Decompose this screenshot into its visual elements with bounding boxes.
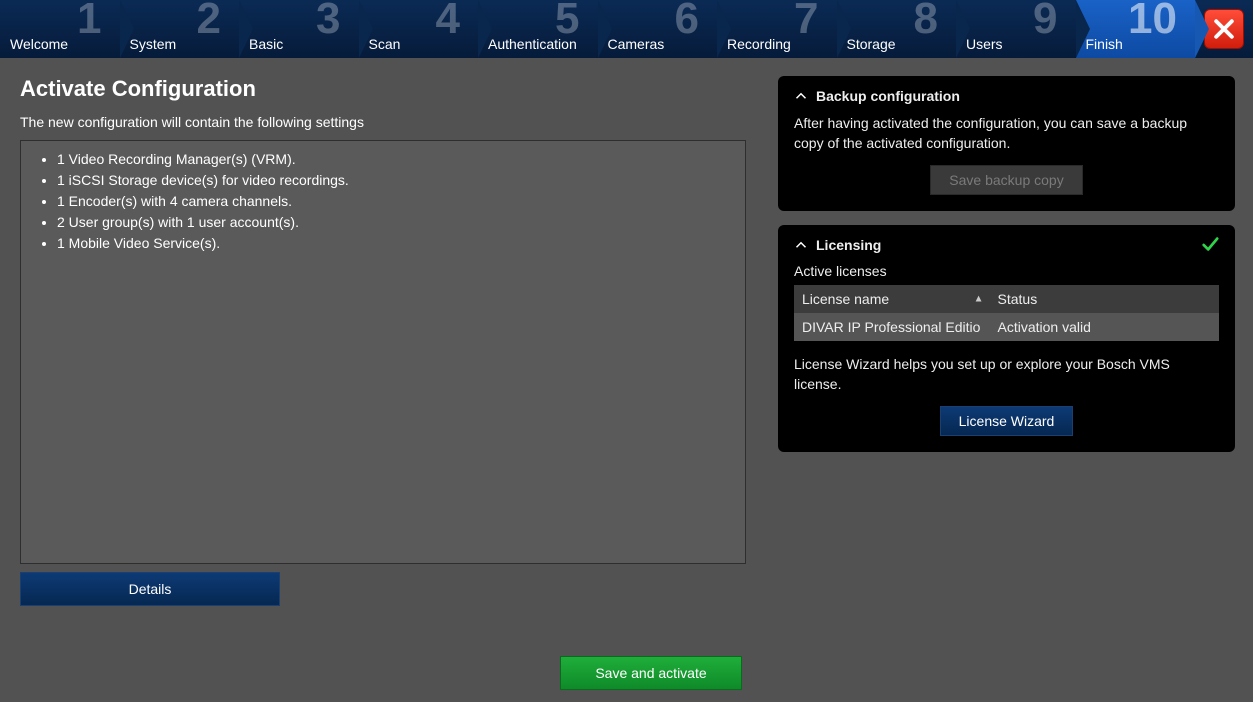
license-status-cell: Activation valid (990, 313, 1220, 341)
step-label: Authentication (488, 36, 577, 52)
step-number: 6 (675, 0, 699, 44)
chevron-up-icon (794, 89, 808, 103)
page-title: Activate Configuration (20, 76, 746, 102)
step-label: Cameras (608, 36, 665, 52)
license-col-status[interactable]: Status (990, 285, 1220, 313)
check-icon (1201, 235, 1219, 256)
step-system[interactable]: 2 System (120, 0, 240, 58)
table-row[interactable]: DIVAR IP Professional EditioActivation v… (794, 313, 1219, 341)
step-label: Scan (369, 36, 401, 52)
backup-panel-header[interactable]: Backup configuration (794, 88, 1219, 104)
license-wizard-button[interactable]: License Wizard (940, 406, 1074, 436)
step-number: 8 (914, 0, 938, 44)
step-label: Basic (249, 36, 283, 52)
licensing-panel-title: Licensing (816, 237, 881, 253)
step-label: Recording (727, 36, 791, 52)
bottom-action-bar: Save and activate (20, 606, 746, 690)
activate-config-pane: Activate Configuration The new configura… (0, 58, 764, 702)
step-number: 3 (316, 0, 340, 44)
save-and-activate-button[interactable]: Save and activate (560, 656, 742, 690)
side-panels: Backup configuration After having activa… (764, 58, 1253, 702)
step-recording[interactable]: 7Recording (717, 0, 837, 58)
backup-panel-title: Backup configuration (816, 88, 960, 104)
step-label: System (130, 36, 177, 52)
config-item: 2 User group(s) with 1 user account(s). (57, 212, 733, 233)
step-scan[interactable]: 4 Scan (359, 0, 479, 58)
step-label: Users (966, 36, 1003, 52)
wizard-stepper: 1 Welcome 2 System 3 Basic 4 Scan 5Authenticatio… (0, 0, 1253, 58)
sort-asc-icon: ▲ (974, 294, 984, 305)
step-label: Welcome (10, 36, 68, 52)
step-number: 2 (197, 0, 221, 44)
license-wizard-text: License Wizard helps you set up or explo… (794, 355, 1219, 394)
backup-config-panel: Backup configuration After having activa… (778, 76, 1235, 211)
step-users[interactable]: 9 Users (956, 0, 1076, 58)
main-area: Activate Configuration The new configura… (0, 58, 1253, 702)
licensing-panel-header[interactable]: Licensing (794, 237, 1219, 253)
license-table: License name ▲ Status DIVAR IP Professio… (794, 285, 1219, 341)
step-basic[interactable]: 3 Basic (239, 0, 359, 58)
config-summary-box: 1 Video Recording Manager(s) (VRM).1 iSC… (20, 140, 746, 564)
config-item: 1 iSCSI Storage device(s) for video reco… (57, 170, 733, 191)
license-col-name[interactable]: License name ▲ (794, 285, 990, 313)
chevron-up-icon (794, 238, 808, 252)
close-button[interactable] (1204, 9, 1244, 49)
step-number: 7 (794, 0, 818, 44)
page-subtitle: The new configuration will contain the f… (20, 114, 746, 130)
save-backup-copy-button: Save backup copy (930, 165, 1082, 195)
config-item: 1 Mobile Video Service(s). (57, 233, 733, 254)
step-welcome[interactable]: 1 Welcome (0, 0, 120, 58)
license-name-cell: DIVAR IP Professional Editio (794, 313, 990, 341)
step-storage[interactable]: 8 Storage (837, 0, 957, 58)
details-button[interactable]: Details (20, 572, 280, 606)
backup-panel-text: After having activated the configuration… (794, 114, 1219, 153)
step-number: 9 (1033, 0, 1057, 44)
step-number: 1 (77, 0, 101, 44)
step-authentication[interactable]: 5Authentication (478, 0, 598, 58)
step-cameras[interactable]: 6 Cameras (598, 0, 718, 58)
step-number: 4 (436, 0, 460, 44)
config-item: 1 Encoder(s) with 4 camera channels. (57, 191, 733, 212)
config-item: 1 Video Recording Manager(s) (VRM). (57, 149, 733, 170)
active-licenses-label: Active licenses (794, 263, 1219, 279)
licensing-panel: Licensing Active licenses License name ▲… (778, 225, 1235, 452)
step-finish[interactable]: 10 Finish (1076, 0, 1196, 58)
step-label: Finish (1086, 36, 1123, 52)
step-number: 10 (1128, 0, 1177, 44)
step-label: Storage (847, 36, 896, 52)
